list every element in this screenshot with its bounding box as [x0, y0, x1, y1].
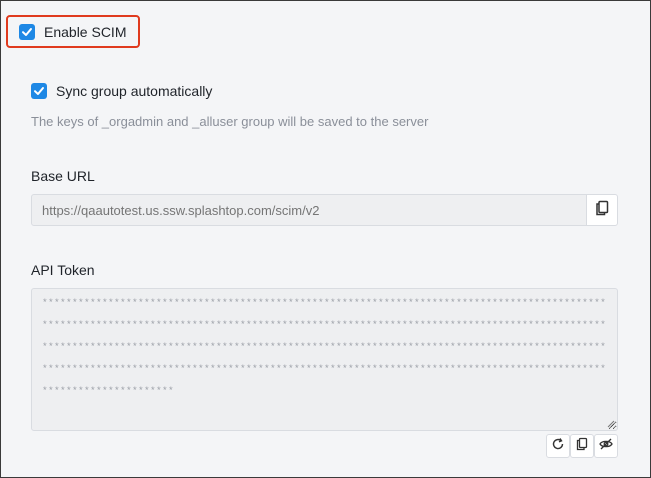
toggle-token-visibility-button[interactable]	[594, 434, 618, 458]
eye-off-icon	[599, 437, 613, 456]
api-token-value: ****************************************…	[42, 297, 607, 396]
api-token-label: API Token	[31, 262, 95, 278]
copy-icon	[595, 200, 609, 221]
copy-icon	[575, 437, 589, 456]
enable-scim-label: Enable SCIM	[44, 23, 127, 40]
check-icon	[19, 23, 35, 40]
base-url-input[interactable]	[31, 194, 587, 226]
api-token-textarea[interactable]: ****************************************…	[31, 288, 618, 431]
copy-token-button[interactable]	[570, 434, 594, 458]
scim-settings-panel: Enable SCIM Sync group automatically The…	[0, 0, 651, 478]
resize-handle-icon[interactable]	[607, 420, 615, 428]
copy-base-url-button[interactable]	[586, 194, 618, 226]
enable-scim-checkbox[interactable]: Enable SCIM	[6, 15, 140, 48]
sync-group-checkbox[interactable]: Sync group automatically	[31, 83, 212, 99]
sync-group-hint: The keys of _orgadmin and _alluser group…	[31, 114, 429, 129]
refresh-icon	[551, 437, 565, 456]
base-url-label: Base URL	[31, 168, 95, 184]
sync-group-label: Sync group automatically	[56, 83, 213, 99]
check-icon	[31, 83, 47, 99]
regenerate-token-button[interactable]	[546, 434, 570, 458]
